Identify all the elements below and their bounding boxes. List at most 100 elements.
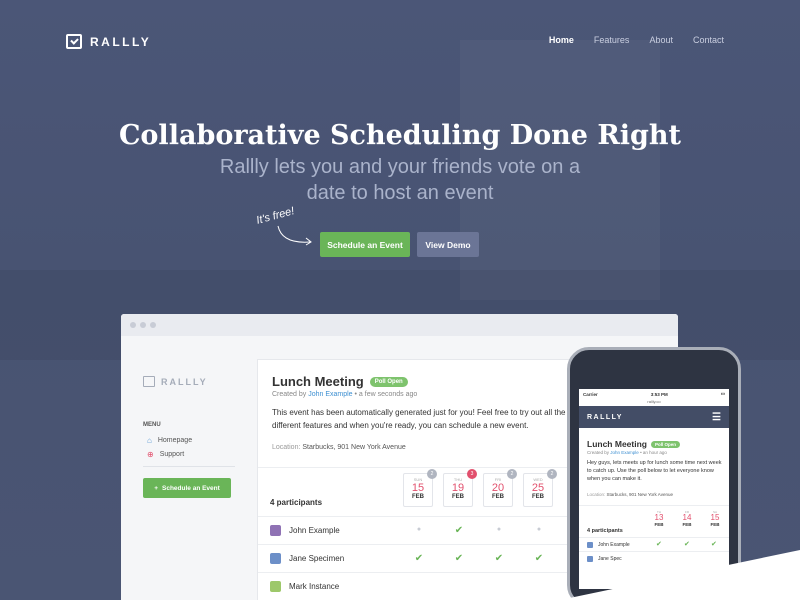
curved-arrow-icon <box>277 225 312 246</box>
sidebar-item-label: Homepage <box>157 437 193 444</box>
date-month: FEB <box>710 522 720 527</box>
divider <box>143 466 235 467</box>
date-column[interactable]: 2 SUN 15 FEB <box>403 469 437 507</box>
date-day: 15 <box>710 513 720 522</box>
check-icon: ✔ <box>494 553 504 564</box>
sidebar-schedule-button[interactable]: + Schedule an Event <box>143 478 231 498</box>
lifebuoy-icon: ⊕ <box>147 450 154 459</box>
home-icon: ⌂ <box>147 436 152 445</box>
date-day: 14 <box>682 513 692 522</box>
nav-features[interactable]: Features <box>594 35 630 45</box>
mobile-title-row: Lunch Meeting Poll Open <box>587 439 680 449</box>
date-month: FEB <box>412 494 424 500</box>
date-month: FEB <box>682 522 692 527</box>
event-location: Location: Starbucks, 901 New York Avenue <box>272 444 406 451</box>
vote-count-badge: 3 <box>467 469 477 479</box>
date-day: 19 <box>451 482 465 494</box>
participant-name: John Example <box>598 542 630 548</box>
location-value: Starbucks, 901 New York Avenue <box>606 492 673 497</box>
calendar-check-icon <box>66 34 82 49</box>
battery-icon: ▭ <box>720 391 725 396</box>
location-label: Location: <box>272 444 301 451</box>
created-time: • a few seconds ago <box>354 391 418 398</box>
menu-heading: MENU <box>143 422 161 428</box>
date-column[interactable]: 2 FRI 20 FEB <box>483 469 517 507</box>
nav-contact[interactable]: Contact <box>693 35 724 45</box>
created-prefix: Created by <box>587 450 610 455</box>
mobile-location: Location: Starbucks, 901 New York Avenue <box>587 492 673 497</box>
sidebar-item-support[interactable]: ⊕ Support <box>147 450 184 459</box>
check-icon: ✔ <box>684 541 690 548</box>
mobile-status-badge: Poll Open <box>650 440 680 448</box>
user-icon <box>587 542 593 548</box>
mobile-event-title: Lunch Meeting <box>587 439 647 449</box>
vote-no-icon: ● <box>536 526 542 533</box>
logo-text: RALLLY <box>90 34 152 49</box>
status-badge: Poll Open <box>369 376 408 387</box>
date-month: FEB <box>492 494 504 500</box>
window-dot-icon <box>140 322 146 328</box>
vote-no-icon: ● <box>416 526 422 533</box>
check-icon: ✔ <box>454 525 464 536</box>
date-month: FEB <box>654 522 664 527</box>
author-link[interactable]: John Example <box>308 391 352 398</box>
hamburger-menu-icon[interactable]: ☰ <box>712 412 721 423</box>
site-logo[interactable]: RALLLY <box>66 34 151 49</box>
mobile-description: Hey guys, lets meets up for lunch some t… <box>587 460 722 482</box>
vote-count-badge: 2 <box>427 469 437 479</box>
check-icon: ✔ <box>711 541 717 548</box>
check-icon: ✔ <box>414 553 424 564</box>
participant-name: Mark Instance <box>289 582 340 591</box>
date-column[interactable]: 3 THU 19 FEB <box>443 469 477 507</box>
schedule-event-button[interactable]: Schedule an Event <box>320 232 410 257</box>
carrier: Carrier <box>583 391 598 397</box>
plus-icon: + <box>154 484 158 492</box>
hero-subline: Rallly lets you and your friends vote on… <box>219 156 581 204</box>
created-prefix: Created by <box>272 391 307 398</box>
nav-about[interactable]: About <box>649 35 673 45</box>
participant-name: Jane Specimen <box>289 554 345 563</box>
mobile-nav: RALLLY ☰ <box>579 406 729 428</box>
hero-headline: Collaborative Scheduling Done Right <box>118 120 682 151</box>
mobile-participants-count: 4 participants <box>587 528 623 534</box>
sidebar-item-label: Support <box>159 451 185 458</box>
author-link[interactable]: John Example <box>610 450 639 455</box>
vote-count-badge: 2 <box>547 469 557 479</box>
bottom-wedge-shape <box>560 550 800 600</box>
date-day: 20 <box>491 482 505 494</box>
event-created: Created by John Example • a few seconds … <box>272 391 417 398</box>
sidebar-logo-text: RALLLY <box>161 376 208 387</box>
mobile-date-column[interactable]: TH 13 FEB <box>649 510 669 527</box>
location-value: Starbucks, 901 New York Avenue <box>302 444 406 451</box>
date-day: 13 <box>654 513 664 522</box>
user-icon <box>270 553 281 564</box>
vote-no-icon: ● <box>496 526 502 533</box>
date-day: 25 <box>531 482 545 494</box>
location-label: Location: <box>587 492 606 497</box>
event-title-row: Lunch Meeting Poll Open <box>272 374 408 389</box>
mobile-logo[interactable]: RALLLY <box>587 414 623 421</box>
participants-count: 4 participants <box>270 498 323 507</box>
event-title: Lunch Meeting <box>272 374 364 389</box>
nav-home[interactable]: Home <box>549 35 574 45</box>
phone-time: 3:53 PM <box>650 391 668 397</box>
date-month: FEB <box>452 494 464 500</box>
calendar-check-icon <box>143 376 155 387</box>
sidebar-logo[interactable]: RALLLY <box>143 376 208 387</box>
date-column[interactable]: 2 WED 25 FEB <box>523 469 557 507</box>
mobile-date-column[interactable]: FR 14 FEB <box>677 510 697 527</box>
sidebar-item-homepage[interactable]: ⌂ Homepage <box>147 436 192 445</box>
participant-name: John Example <box>289 526 340 535</box>
event-description: This event has been automatically genera… <box>272 408 566 430</box>
check-icon: ✔ <box>454 553 464 564</box>
view-demo-button[interactable]: View Demo <box>417 232 479 257</box>
vote-count-badge: 2 <box>507 469 517 479</box>
phone-status-bar: Carrier 3:53 PM ▭ <box>579 389 729 399</box>
mobile-created: Created by John Example • an hour ago <box>587 450 667 455</box>
mobile-participant-row[interactable]: John Example ✔ ✔ ✔ <box>579 537 729 551</box>
browser-titlebar <box>121 314 678 336</box>
check-icon: ✔ <box>656 541 662 548</box>
mobile-date-column[interactable]: SA 15 FEB <box>705 510 725 527</box>
window-dot-icon <box>150 322 156 328</box>
user-icon <box>270 581 281 592</box>
